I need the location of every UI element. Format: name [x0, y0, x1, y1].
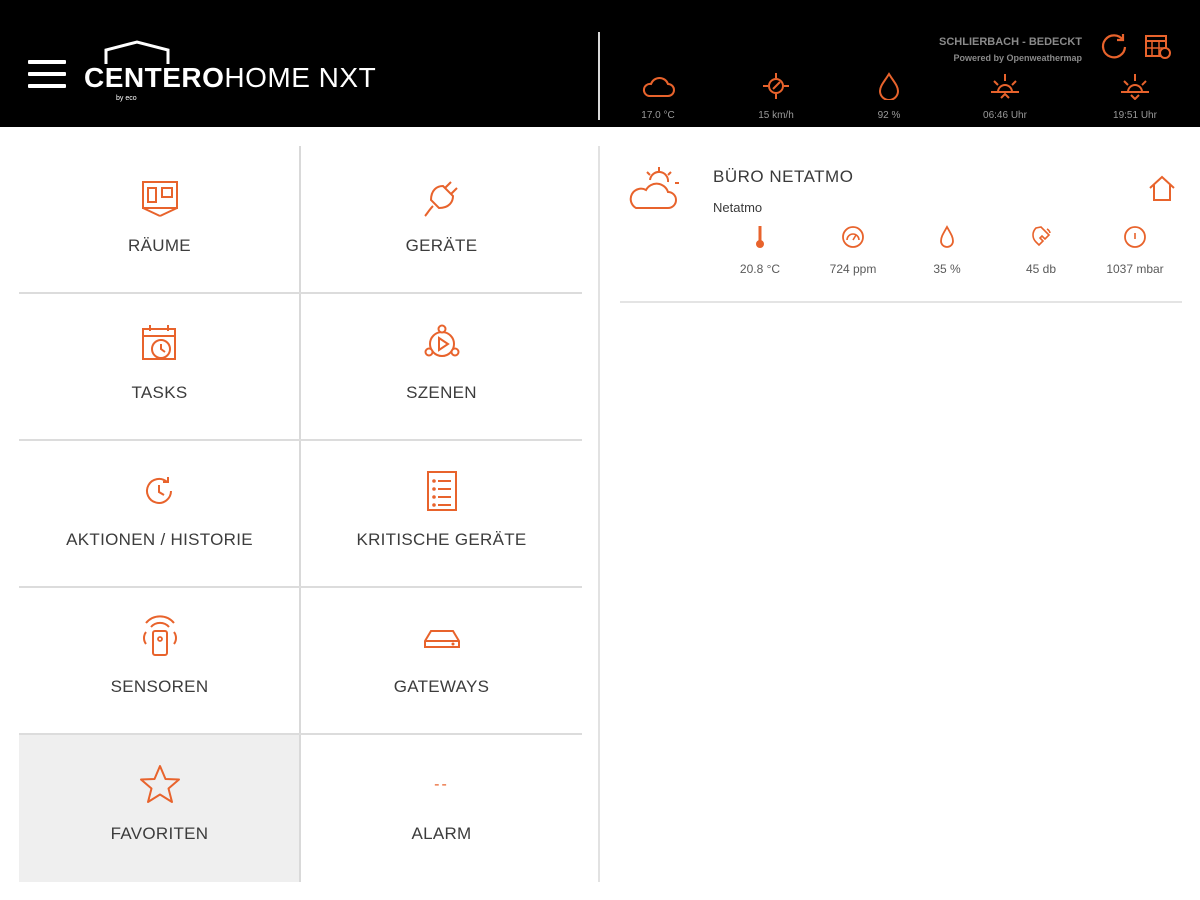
weather-humidity: 92 %: [839, 72, 939, 121]
menu-icon-bar: [28, 84, 66, 88]
menu-tile-label: FAVORITEN: [110, 824, 209, 843]
menu-tile-label: RÄUME: [128, 236, 191, 255]
pressure-icon: [1124, 226, 1146, 248]
menu-tile-kritische-geraete[interactable]: KRITISCHE GERÄTE: [301, 440, 582, 587]
device-card[interactable]: BÜRO NETATMO Netatmo 20.8 °C 724 ppm 35 …: [620, 150, 1182, 302]
sensor-icon: [142, 615, 177, 656]
metric-temperature: 20.8 °C: [715, 224, 805, 276]
weather-sunset: 19:51 Uhr: [1085, 72, 1185, 121]
menu-tile-label: KRITISCHE GERÄTE: [356, 530, 527, 549]
device-card-divider: [620, 301, 1182, 303]
weather-sunset-value: 19:51 Uhr: [1113, 110, 1157, 121]
co2-gauge-icon: [842, 226, 864, 248]
refresh-icon[interactable]: [1099, 31, 1129, 61]
sunset-icon: [1121, 74, 1149, 100]
metric-co2-value: 724 ppm: [829, 262, 877, 276]
metric-noise-value: 45 db: [1025, 262, 1057, 276]
cloud-icon: [642, 77, 675, 97]
thermometer-icon: [756, 226, 764, 248]
menu-tile-sensoren[interactable]: SENSOREN: [19, 587, 300, 734]
menu-tile-gateways[interactable]: GATEWAYS: [301, 587, 582, 734]
menu-tile-label: GATEWAYS: [393, 677, 490, 696]
humidity-drop-icon: [878, 72, 900, 100]
brand-name-light: HOME NXT: [224, 62, 377, 93]
menu-row-divider: [19, 439, 582, 441]
weather-wind-value: 15 km/h: [758, 110, 794, 121]
main-menu-grid: RÄUME GERÄTE TASKS SZENEN AKTIONEN / HIS…: [19, 146, 582, 882]
menu-row-divider: [19, 292, 582, 294]
weather-location: SCHLIERBACH - BEDECKT: [939, 36, 1082, 48]
weather-wind: 15 km/h: [726, 72, 826, 121]
drop-icon: [940, 225, 954, 248]
metric-noise: 45 db: [996, 224, 1086, 276]
menu-tile-label: AKTIONEN / HISTORIE: [66, 530, 253, 549]
brand-name-bold: CENTERO: [84, 62, 225, 93]
metric-humidity-value: 35 %: [933, 262, 961, 276]
menu-tile-aktionen-historie[interactable]: AKTIONEN / HISTORIE: [19, 440, 300, 587]
device-title: BÜRO NETATMO: [713, 167, 854, 186]
menu-vertical-divider: [299, 146, 301, 882]
checklist-icon: [426, 471, 457, 511]
metric-co2: 724 ppm: [808, 224, 898, 276]
rooms-icon: [141, 181, 178, 217]
menu-icon-bar: [28, 72, 66, 76]
menu-icon-bar: [28, 60, 66, 64]
star-icon: [139, 765, 180, 803]
brand-sub: by eco: [116, 95, 137, 102]
weather-powered-by: Powered by Openweathermap: [953, 53, 1082, 63]
metric-pressure-value: 1037 mbar: [1106, 262, 1164, 276]
brand-name: CENTEROHOME NXT: [84, 62, 376, 94]
weather-humidity-value: 92 %: [877, 110, 901, 121]
weather-sunrise-value: 06:46 Uhr: [983, 110, 1027, 121]
weather-sunrise: 06:46 Uhr: [955, 72, 1055, 121]
wind-icon: [763, 73, 789, 99]
menu-tile-label: SZENEN: [406, 383, 477, 402]
menu-tile-label: GERÄTE: [405, 236, 478, 255]
menu-tile-tasks[interactable]: TASKS: [19, 293, 300, 440]
weather-temperature-value: 17.0 °C: [641, 110, 675, 121]
metric-temperature-value: 20.8 °C: [739, 262, 781, 276]
plug-icon: [423, 181, 458, 217]
menu-tile-favoriten[interactable]: FAVORITEN: [19, 734, 300, 882]
menu-icon[interactable]: [28, 60, 66, 90]
menu-tile-alarm[interactable]: -- ALARM: [301, 734, 582, 882]
calendar-clock-icon: [141, 325, 176, 360]
top-bar: CENTEROHOME NXT by eco SCHLIERBACH - BED…: [0, 0, 1200, 127]
home-icon[interactable]: [1148, 174, 1176, 202]
sound-icon: [1032, 226, 1051, 247]
weather-temperature: 17.0 °C: [608, 72, 708, 121]
scene-play-icon: [424, 324, 459, 357]
brand-logo: CENTEROHOME NXT by eco: [84, 40, 376, 104]
menu-tile-label: TASKS: [131, 383, 188, 402]
calendar-grid-icon[interactable]: [1143, 31, 1173, 61]
menu-tile-label: ALARM: [411, 824, 472, 843]
main-divider: [598, 146, 600, 882]
alarm-dashes-icon: --: [434, 776, 449, 793]
menu-row-divider: [19, 586, 582, 588]
history-icon: [145, 477, 172, 504]
device-subtitle: Netatmo: [713, 200, 763, 215]
menu-tile-raeume[interactable]: RÄUME: [19, 146, 300, 293]
metric-humidity: 35 %: [902, 224, 992, 276]
sunrise-icon: [991, 74, 1019, 99]
metric-pressure: 1037 mbar: [1090, 224, 1180, 276]
menu-tile-szenen[interactable]: SZENEN: [301, 293, 582, 440]
header-divider: [598, 32, 600, 120]
menu-tile-geraete[interactable]: GERÄTE: [301, 146, 582, 293]
menu-tile-label: SENSOREN: [110, 677, 209, 696]
gateway-icon: [423, 630, 460, 648]
menu-row-divider: [19, 733, 582, 735]
partly-cloudy-icon: [629, 167, 679, 209]
